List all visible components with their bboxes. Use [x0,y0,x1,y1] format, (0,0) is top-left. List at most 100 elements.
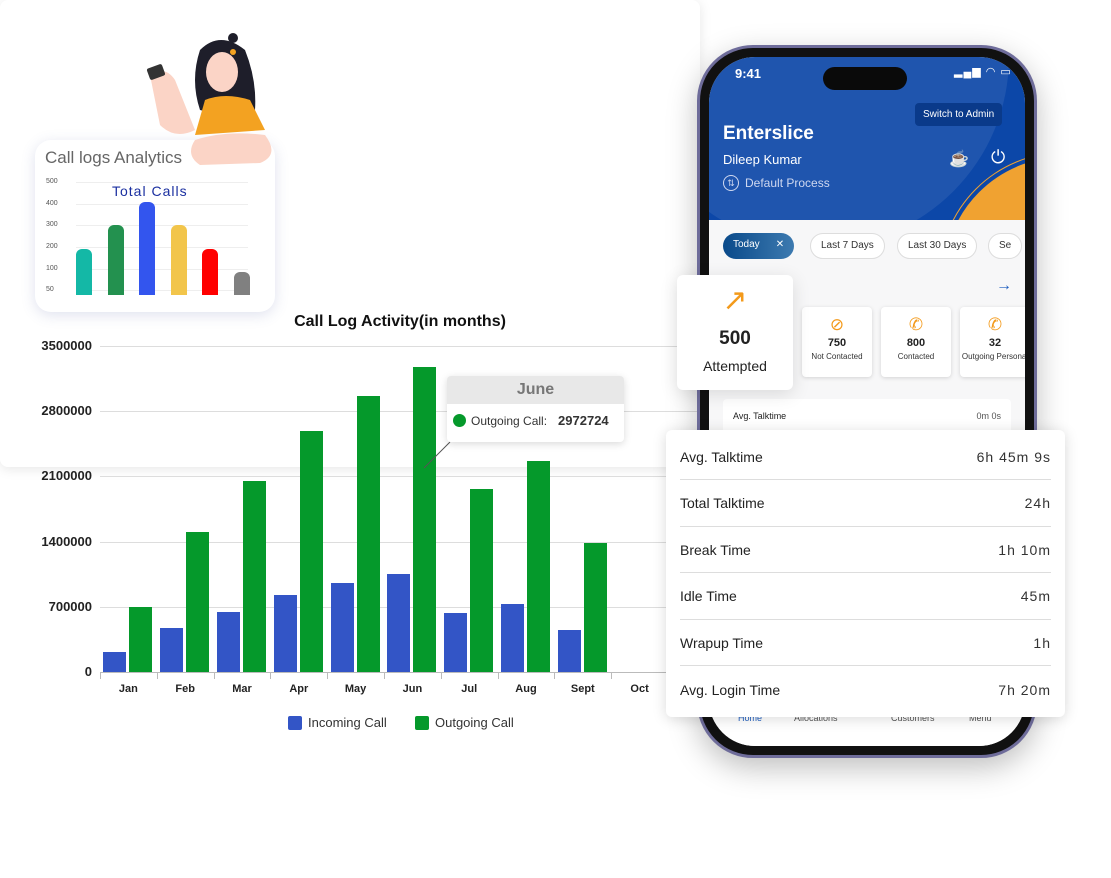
row-value: 24h [1024,495,1051,511]
y-tick-label: 0 [84,664,92,679]
talktime-summary-card: Avg. Talktime 6h 45m 9s Total Talktime 24h B… [666,430,1065,717]
total-calls-bar [202,248,218,295]
total-calls-bar [76,248,92,295]
stat-contacted[interactable]: ✆ 800 Contacted [881,307,951,377]
app-header: 9:41 ▂▄▆ ◠ ▭ Switch to Admin Enterslice … [709,57,1025,220]
legend-swatch [288,715,302,730]
incoming-bar-apr[interactable] [273,595,297,672]
outgoing-call-icon: ✆ [987,315,1003,334]
row-value: 7h 20m [998,681,1051,698]
small-y-tick: 50 [46,286,54,293]
x-tick-label: Apr [289,683,309,695]
incoming-bar-sept[interactable] [557,630,581,672]
small-chart-title: Total Calls [112,183,188,199]
phone-call-icon: ✆ [908,315,924,334]
outgoing-bar-jun[interactable] [413,367,437,672]
legend-outgoing[interactable]: Outgoing Call [415,715,514,730]
x-tick-label: Sept [570,683,595,695]
tooltip-value: 2972724 [558,413,609,428]
row-value: 6h 45m 9s [976,448,1051,465]
x-tick-label: Aug [515,683,537,695]
incoming-bar-feb[interactable] [160,628,184,672]
total-calls-bar [107,225,124,295]
row-value: 1h [1033,634,1051,651]
small-y-tick: 200 [46,243,58,250]
company-name: Enterslice [723,123,814,144]
user-name: Dileep Kumar [723,152,802,167]
tooltip-pointer [423,441,451,469]
small-y-tick: 300 [46,221,58,228]
talktime-row: Avg. Login Time 7h 20m [680,667,1051,713]
legend-label: Incoming Call [308,715,387,730]
stat-outgoing-personal[interactable]: ✆ 32 Outgoing Personal [960,307,1025,377]
switch-process-icon: ⇅ [723,175,739,191]
y-tick-label: 2100000 [41,468,92,484]
signal-wifi-battery-icon: ▂▄▆ ◠ ▭ [954,66,1012,78]
y-tick-label: 2800000 [41,403,92,419]
woman-with-phone-illustration [146,33,272,165]
outgoing-bar-aug[interactable] [527,461,550,672]
filter-last-30-days[interactable]: Last 30 Days [897,233,978,259]
talktime-row: Total Talktime 24h [680,481,1051,527]
small-y-tick: 100 [46,265,58,272]
row-label: Avg. Talktime [680,448,763,465]
switch-to-admin-button[interactable]: Switch to Admin [915,103,1003,126]
row-label: Total Talktime [680,495,765,511]
legend-swatch [415,715,429,730]
incoming-bar-jan[interactable] [103,651,127,672]
talktime-row: Wrapup Time 1h [680,620,1051,666]
small-y-tick: 500 [46,178,58,185]
row-label: Wrapup Time [680,634,763,651]
incoming-bar-jun[interactable] [387,574,411,672]
x-tick-label: May [344,683,367,695]
series-dot-icon [453,414,466,427]
y-tick-label: 3500000 [41,338,92,353]
filter-more[interactable]: Se [988,233,1023,259]
outgoing-bar-apr[interactable] [299,430,323,672]
attempted-card[interactable]: ↗ 500 Attempted [677,275,793,390]
x-tick-label: Feb [175,683,195,695]
status-time: 9:41 [735,66,762,81]
row-value: 45m [1020,588,1051,604]
filter-last-7-days[interactable]: Last 7 Days [810,233,885,259]
process-label: Default Process [745,176,830,190]
incoming-bar-aug[interactable] [501,604,524,672]
close-icon[interactable]: ✕ [776,239,784,250]
attempted-value: 500 [719,328,751,349]
tooltip-label: Outgoing Call: [471,413,548,428]
talktime-row: Break Time 1h 10m [680,527,1051,573]
incoming-bar-mar[interactable] [217,611,240,672]
outgoing-bar-mar[interactable] [243,481,266,672]
blocked-icon: ⊘ [829,315,845,334]
outgoing-bar-jan[interactable] [129,606,153,672]
x-tick-label: Jun [402,683,423,695]
talktime-row: Avg. Talktime 6h 45m 9s [680,434,1051,480]
x-tick-label: Jan [118,683,138,695]
arrow-up-right-icon: ↗ [722,284,748,317]
power-icon[interactable]: ⏻ [991,147,1005,168]
process-selector[interactable]: ⇅ Default Process [723,175,830,191]
legend-incoming[interactable]: Incoming Call [288,715,387,730]
arrow-right-icon[interactable]: → [996,277,1012,295]
break-coffee-icon[interactable]: ☕ [949,149,969,169]
stat-not-contacted[interactable]: ⊘ 750 Not Contacted [802,307,872,377]
incoming-bar-may[interactable] [330,583,354,672]
incoming-bar-jul[interactable] [444,612,468,672]
dynamic-island [823,67,907,90]
legend-label: Outgoing Call [435,715,514,730]
outgoing-bar-sept[interactable] [583,542,607,672]
y-tick-label: 700000 [48,598,92,614]
gridline [100,346,700,347]
outgoing-bar-may[interactable] [356,396,380,672]
x-tick-label: Jul [461,683,478,695]
x-tick-label: Mar [232,683,252,695]
x-tick-label: Oct [630,683,649,695]
y-tick-label: 1400000 [41,533,92,549]
filter-today[interactable]: Today ✕ [723,233,795,259]
total-calls-bar [139,202,155,295]
row-label: Avg. Login Time [680,681,781,698]
outgoing-bar-feb[interactable] [186,532,210,672]
chart-tooltip: June Outgoing Call: 2972724 [447,376,624,442]
small-y-tick: 400 [46,200,58,207]
outgoing-bar-jul[interactable] [470,488,494,672]
